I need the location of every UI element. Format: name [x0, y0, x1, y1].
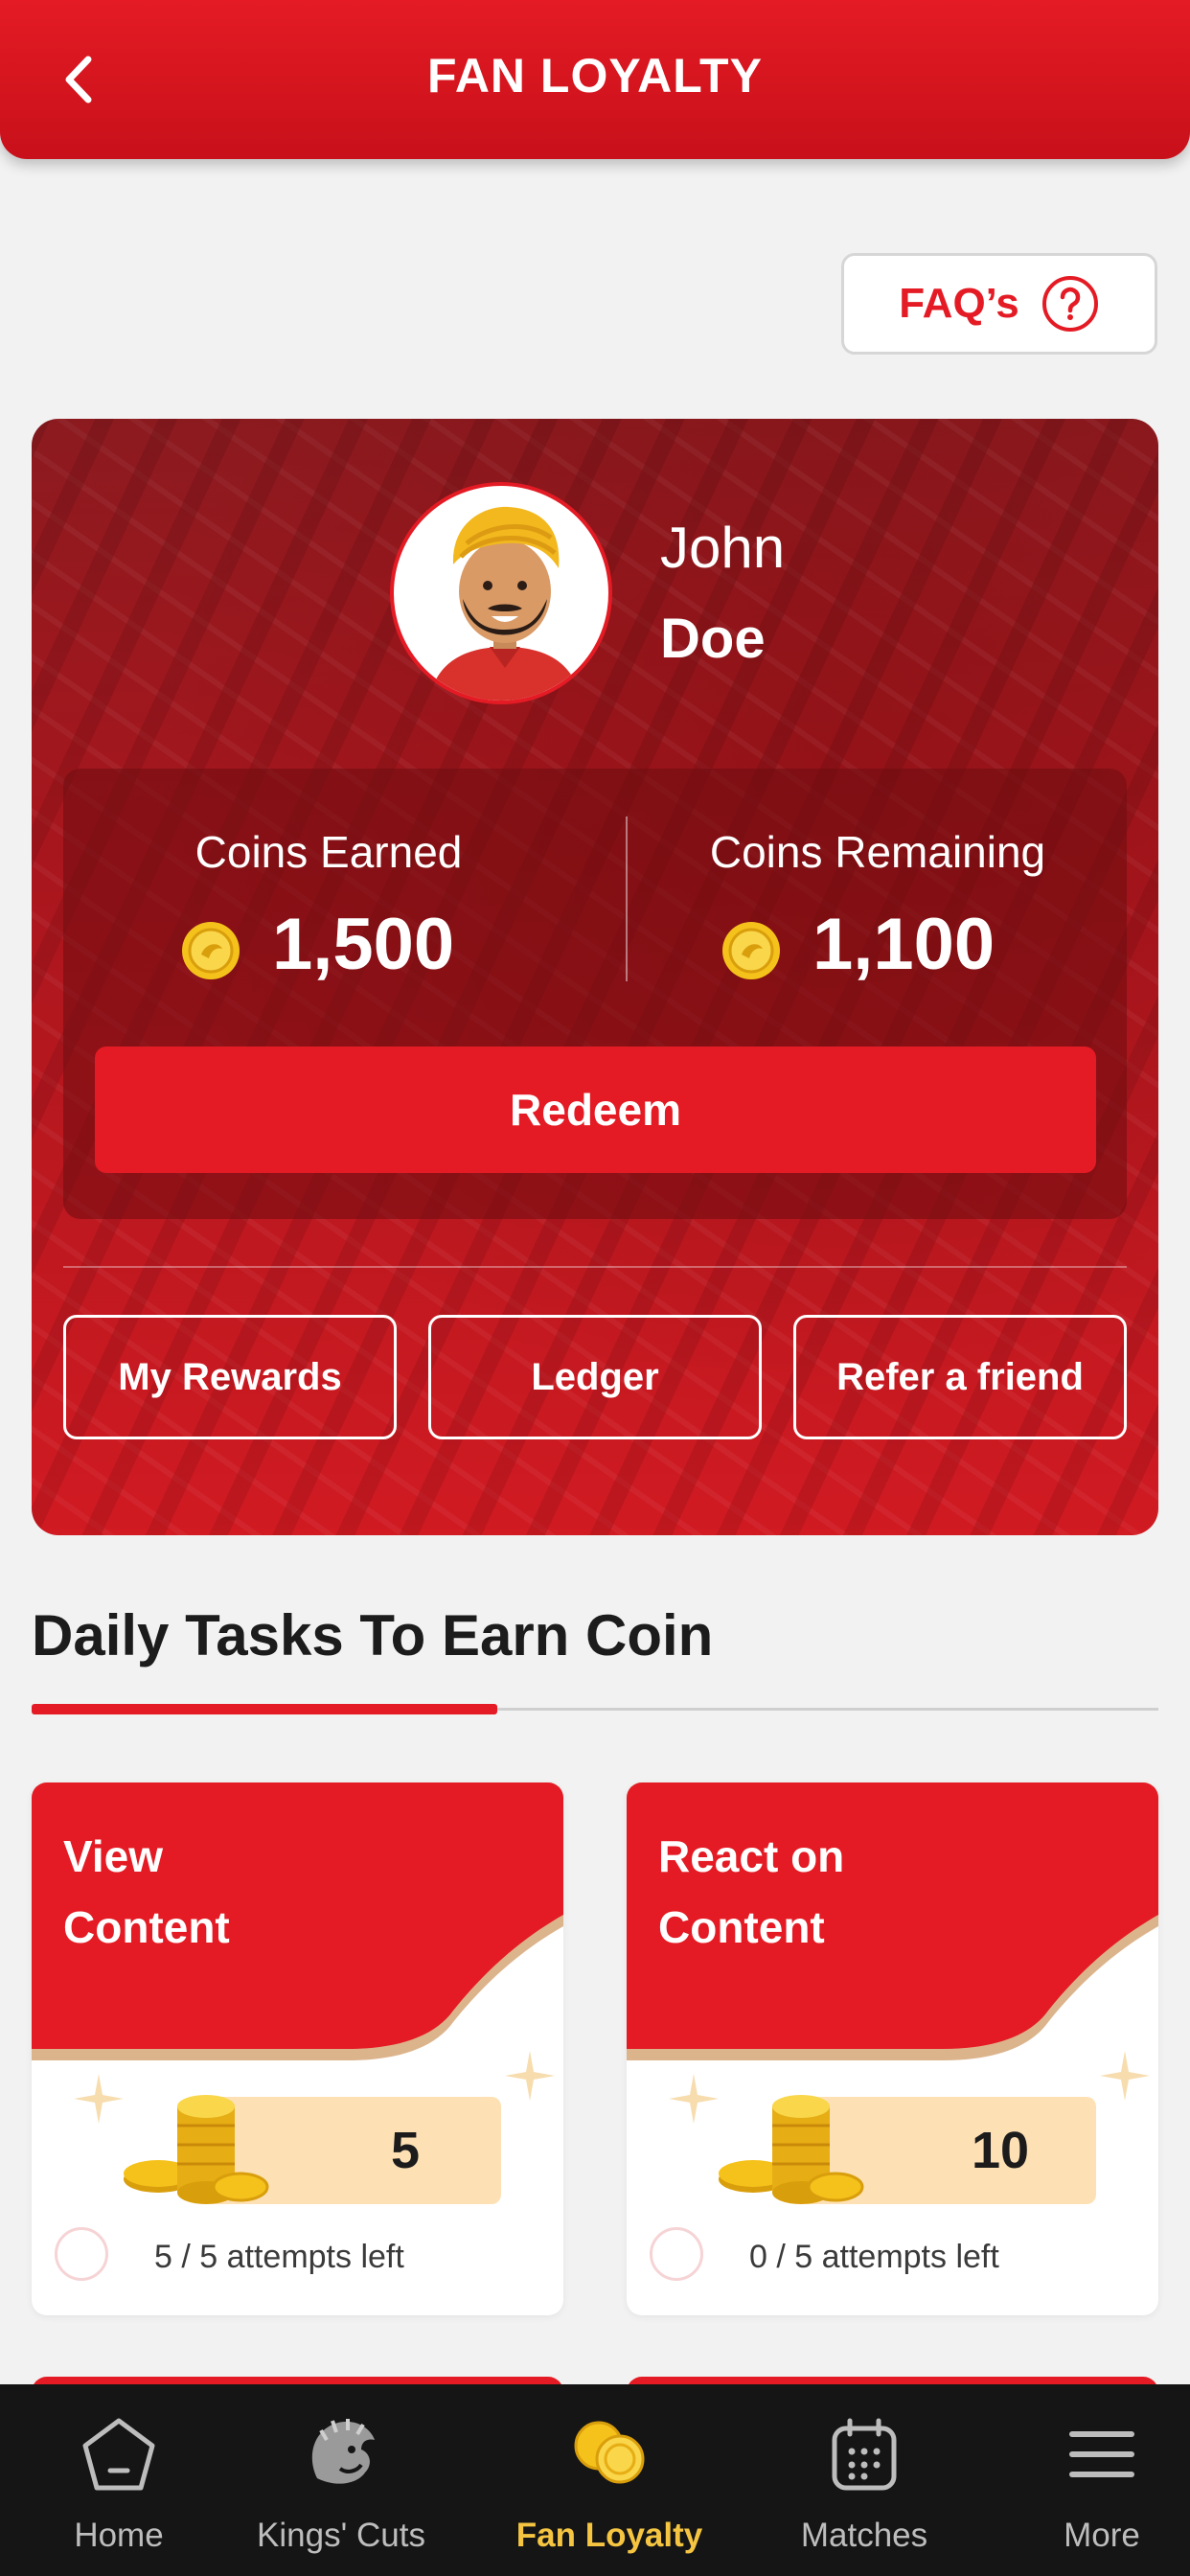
- divider: [63, 1266, 1127, 1268]
- redeem-button[interactable]: Redeem: [95, 1046, 1096, 1173]
- nav-label: Kings' Cuts: [257, 2517, 425, 2554]
- coins-earned-label: Coins Earned: [195, 827, 463, 877]
- coin-icon: [182, 922, 240, 979]
- page-title: FAN LOYALTY: [427, 49, 763, 103]
- attempt-checkbox: [55, 2227, 108, 2281]
- nav-item-more[interactable]: More: [983, 2384, 1190, 2576]
- coins-panel: Coins Earned 1,500 Coins Remaining 1,100…: [63, 769, 1127, 1219]
- coin-stack-icon: [124, 2095, 269, 2204]
- sparkle-icon: [505, 2051, 555, 2101]
- task-card-view-content[interactable]: View Content 5 5 / 5 attempts left: [32, 1782, 563, 2315]
- my-rewards-button[interactable]: My Rewards: [63, 1315, 397, 1439]
- menu-icon: [1069, 2431, 1134, 2477]
- nav-item-matches[interactable]: Matches: [745, 2384, 983, 2576]
- coin-icon: [722, 922, 780, 979]
- refer-friend-button[interactable]: Refer a friend: [793, 1315, 1127, 1439]
- task-title: View Content: [63, 1831, 230, 1952]
- app-header: FAN LOYALTY: [0, 0, 1190, 159]
- avatar: [390, 482, 612, 704]
- user-last-name: Doe: [660, 608, 766, 670]
- nav-label: Home: [74, 2517, 164, 2554]
- sparkle-icon: [669, 2074, 719, 2124]
- attempts-left: 0 / 5 attempts left: [749, 2239, 999, 2275]
- coins-divider: [626, 816, 628, 981]
- coins-icon: [574, 2421, 645, 2484]
- task-card-react-content[interactable]: React on Content 10 0 / 5 attempts left: [627, 1782, 1158, 2315]
- coins-remaining-label: Coins Remaining: [709, 827, 1046, 877]
- nav-label: Fan Loyalty: [515, 2517, 703, 2554]
- faq-button[interactable]: FAQ’s: [841, 253, 1157, 355]
- coins-remaining-value: 1,100: [812, 904, 995, 985]
- attempt-checkbox: [650, 2227, 703, 2281]
- nav-item-fan-loyalty[interactable]: Fan Loyalty: [491, 2384, 728, 2576]
- calendar-icon: [832, 2418, 897, 2491]
- profile-card: John Doe Coins Earned 1,500 Coins Remain…: [32, 419, 1158, 1535]
- nav-item-home[interactable]: Home: [0, 2384, 238, 2576]
- user-first-name: John: [660, 516, 786, 580]
- coins-earned-value: 1,500: [272, 904, 455, 985]
- reward-value: 10: [971, 2122, 1030, 2179]
- coin-stack-icon: [719, 2095, 864, 2204]
- section-title: Daily Tasks To Earn Coin: [32, 1603, 714, 1668]
- nav-label: More: [1064, 2517, 1140, 2554]
- nav-item-kings-cuts[interactable]: Kings' Cuts: [222, 2384, 460, 2576]
- bottom-nav: Home Kings' Cuts Fan Loyalty Matches Mor…: [0, 2384, 1190, 2576]
- sparkle-icon: [1100, 2051, 1150, 2101]
- section-underline-active: [32, 1704, 497, 1714]
- task-title: React on Content: [658, 1831, 845, 1952]
- faq-label: FAQ’s: [899, 280, 1019, 327]
- attempts-left: 5 / 5 attempts left: [154, 2239, 404, 2275]
- reward-value: 5: [390, 2122, 421, 2179]
- question-icon: [1041, 276, 1098, 332]
- nav-label: Matches: [800, 2517, 928, 2554]
- lion-icon: [311, 2419, 375, 2484]
- ledger-button[interactable]: Ledger: [428, 1315, 762, 1439]
- sparkle-icon: [74, 2074, 124, 2124]
- home-icon: [82, 2418, 155, 2491]
